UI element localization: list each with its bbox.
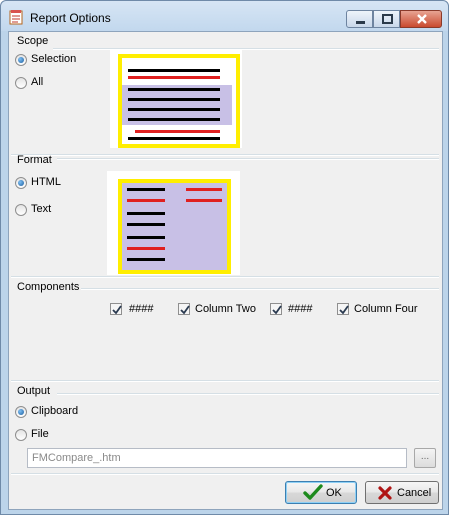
component-1-checkbox[interactable]	[110, 303, 122, 315]
output-top-separator	[11, 380, 439, 382]
scope-section-label: Scope	[17, 35, 49, 47]
close-button[interactable]	[400, 10, 442, 28]
format-text-radio[interactable]	[15, 204, 27, 216]
format-section-label: Format	[17, 154, 52, 166]
format-preview-line	[127, 199, 165, 202]
ok-button[interactable]: OK	[285, 481, 357, 504]
format-preview-line	[186, 188, 222, 191]
maximize-button[interactable]	[373, 10, 400, 28]
component-1-label: ####	[129, 303, 154, 315]
component-3-label: ####	[288, 303, 313, 315]
component-2-checkbox[interactable]	[178, 303, 190, 315]
scope-preview-line	[128, 108, 220, 111]
maximize-icon	[382, 14, 393, 24]
output-clipboard-label: Clipboard	[31, 405, 79, 417]
output-clipboard-radio[interactable]	[15, 406, 27, 418]
component-4-checkbox[interactable]	[337, 303, 349, 315]
format-preview-image	[107, 171, 240, 275]
scope-preview-line	[128, 76, 220, 79]
format-preview-line	[127, 188, 165, 191]
format-top-separator	[11, 154, 439, 156]
cancel-label: Cancel	[397, 487, 432, 499]
components-top-separator	[11, 276, 439, 278]
format-preview-line	[127, 223, 165, 226]
dialog-body: Scope Selection All Format HTML Text Com…	[8, 31, 443, 510]
format-preview-column-right	[174, 179, 231, 274]
format-preview-line	[127, 212, 165, 215]
component-2-label: Column Two	[195, 303, 256, 315]
checkmark-icon	[272, 305, 282, 315]
components-section-label: Components	[17, 281, 80, 293]
format-preview-line	[127, 258, 165, 261]
scope-preview-image	[110, 50, 242, 148]
scope-preview-line	[135, 130, 220, 133]
scope-preview-line	[128, 98, 220, 101]
checkmark-icon	[180, 305, 190, 315]
format-separator	[57, 158, 439, 160]
title-bar[interactable]: Report Options	[1, 1, 448, 31]
checkmark-icon	[112, 305, 122, 315]
report-options-window: Report Options Scope Selection All Forma…	[0, 0, 449, 515]
scope-all-label: All	[31, 76, 44, 88]
window-title: Report Options	[30, 11, 111, 25]
scope-preview-line	[128, 137, 220, 140]
close-icon	[417, 14, 427, 24]
browse-button[interactable]: ...	[414, 448, 436, 468]
format-preview-line	[127, 236, 165, 239]
output-file-radio[interactable]	[15, 429, 27, 441]
output-section-label: Output	[17, 385, 51, 397]
scope-all-radio[interactable]	[15, 77, 27, 89]
scope-preview-line	[128, 69, 220, 72]
component-3-checkbox[interactable]	[270, 303, 282, 315]
components-separator	[81, 288, 439, 290]
output-file-label: File	[31, 428, 49, 440]
cancel-button[interactable]: Cancel	[365, 481, 439, 504]
scope-preview-line	[128, 118, 220, 121]
output-separator	[57, 393, 439, 395]
format-html-radio[interactable]	[15, 177, 27, 189]
report-app-icon	[9, 10, 23, 25]
buttons-separator	[11, 473, 439, 475]
checkmark-icon	[339, 305, 349, 315]
ok-label: OK	[326, 487, 342, 499]
format-preview-line	[186, 199, 222, 202]
format-preview-line	[127, 247, 165, 250]
minimize-icon	[356, 21, 365, 24]
scope-selection-label: Selection	[31, 53, 77, 65]
scope-selection-radio[interactable]	[15, 54, 27, 66]
scope-preview-line	[128, 88, 220, 91]
format-html-label: HTML	[31, 176, 61, 188]
component-4-label: Column Four	[354, 303, 418, 315]
minimize-button[interactable]	[346, 10, 373, 28]
cancel-x-icon	[378, 486, 392, 500]
format-text-label: Text	[31, 203, 52, 215]
checkmark-icon	[303, 484, 323, 500]
file-path-input[interactable]: FMCompare_.htm	[27, 448, 407, 468]
